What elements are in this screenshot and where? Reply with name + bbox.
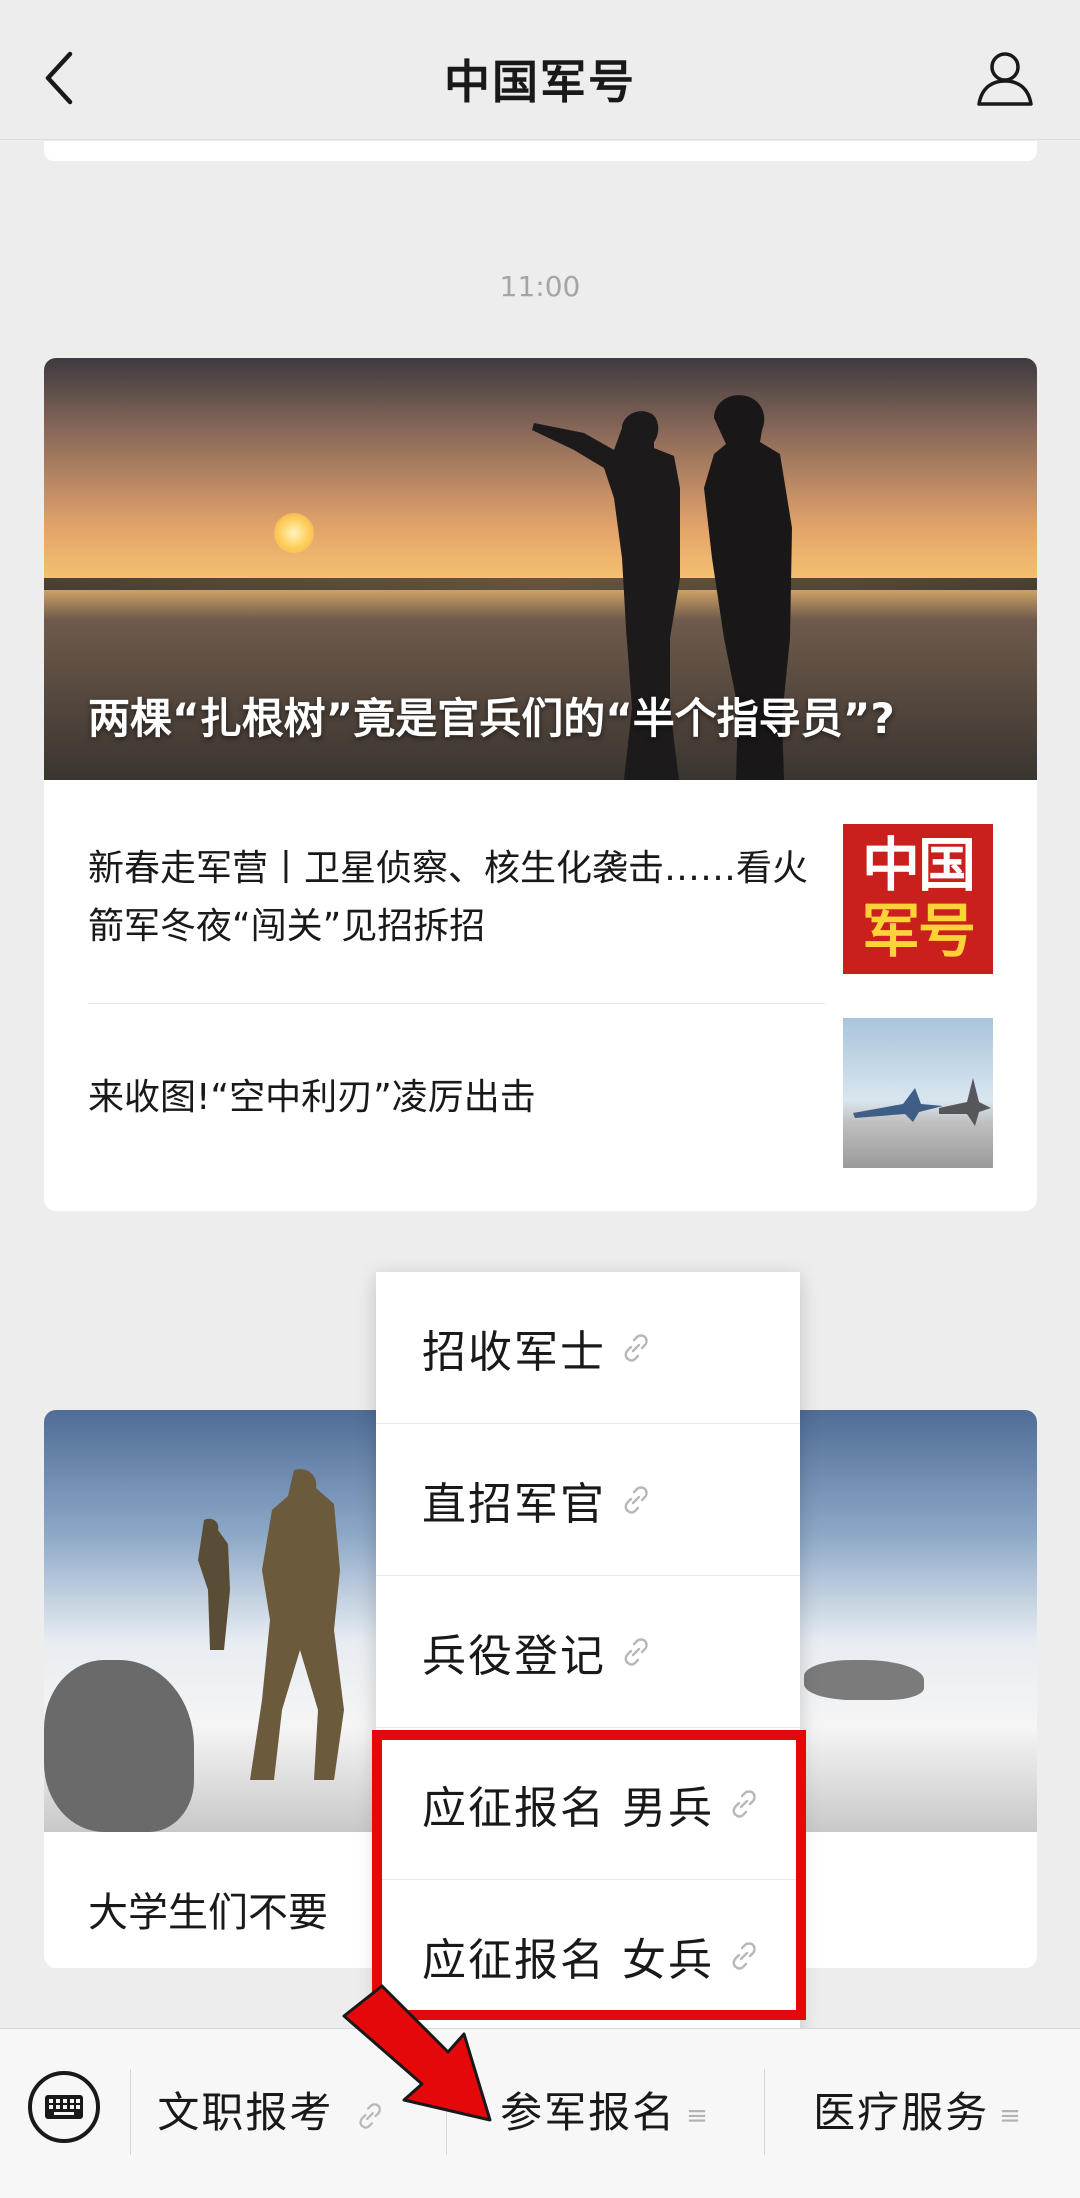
menu-item-direct-officer[interactable]: 直招军官 bbox=[376, 1424, 800, 1576]
link-icon bbox=[624, 1333, 648, 1362]
article-card: 两棵“扎根树”竟是官兵们的“半个指导员”? 新春走军营丨卫星侦察、核生化袭击……… bbox=[44, 358, 1037, 1211]
tab-divider bbox=[764, 2069, 765, 2155]
highlight-annotation-box bbox=[372, 1730, 806, 2020]
submenu-icon: ≡ bbox=[686, 2100, 710, 2131]
rock-shape bbox=[804, 1660, 924, 1700]
rock-shape bbox=[44, 1660, 194, 1832]
article-title: 新春走军营丨卫星侦察、核生化袭击……看火箭军冬夜“闯关”见招拆招 bbox=[88, 848, 809, 947]
message-timestamp: 11:00 bbox=[499, 270, 581, 303]
menu-item-label: 招收军士 bbox=[422, 1326, 606, 1378]
menu-item-label: 直招军官 bbox=[422, 1478, 606, 1530]
top-navigation-bar: 中国军号 bbox=[0, 0, 1080, 140]
hero-article[interactable]: 两棵“扎根树”竟是官兵们的“半个指导员”? bbox=[44, 358, 1037, 780]
article-title[interactable]: 来收图!“空中利刃”凌厉出击 bbox=[88, 1068, 536, 1120]
previous-card-edge bbox=[44, 141, 1037, 161]
bottom-menu-bar: 文职报考 参军报名 ≡ 医疗服务 ≡ bbox=[0, 2028, 1080, 2198]
sunset-sun bbox=[274, 513, 314, 553]
tab-label: 医疗服务 bbox=[813, 2088, 990, 2137]
tab-label: 文职报考 bbox=[157, 2088, 334, 2137]
article-title-partial[interactable]: 大学生们不要 bbox=[88, 1880, 328, 1938]
menu-item-recruit-sergeant[interactable]: 招收军士 bbox=[376, 1272, 800, 1424]
jet-fighter-thumbnail[interactable] bbox=[843, 1018, 993, 1168]
soldiers-in-snow-image bbox=[198, 1469, 344, 1780]
submenu-icon: ≡ bbox=[999, 2100, 1023, 2131]
article-list-item[interactable]: 新春走军营丨卫星侦察、核生化袭击……看火箭军冬夜“闯关”见招拆招 bbox=[88, 798, 825, 1004]
china-military-logo-thumbnail[interactable]: 中国 军号 bbox=[843, 824, 993, 974]
keyboard-icon bbox=[45, 2095, 83, 2119]
thumb-logo-line1: 中国 bbox=[861, 831, 976, 899]
link-icon bbox=[624, 1637, 648, 1666]
tab-medical-service[interactable]: 医疗服务 ≡ bbox=[768, 2079, 1068, 2149]
jet-fighter-icon bbox=[853, 1078, 991, 1126]
profile-icon[interactable] bbox=[976, 50, 1034, 106]
link-icon bbox=[624, 1485, 648, 1514]
thumb-logo-line2: 军号 bbox=[861, 897, 976, 965]
keyboard-toggle-button[interactable] bbox=[28, 2071, 100, 2143]
red-arrow-annotation-icon bbox=[342, 1984, 492, 2122]
menu-item-service-registration[interactable]: 兵役登记 bbox=[376, 1576, 800, 1728]
page-title: 中国军号 bbox=[444, 55, 636, 109]
hero-article-title: 两棵“扎根树”竟是官兵们的“半个指导员”? bbox=[88, 694, 895, 743]
menu-item-label: 兵役登记 bbox=[422, 1630, 606, 1682]
